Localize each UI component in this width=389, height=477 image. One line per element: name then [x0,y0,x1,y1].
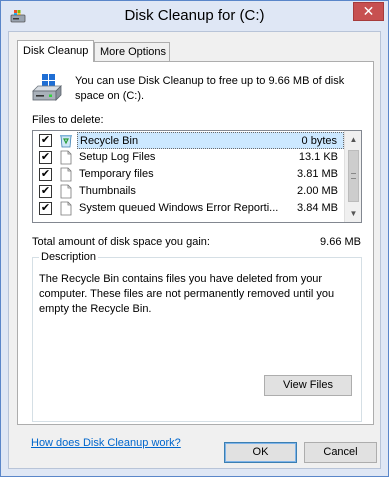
list-item-name: Setup Log Files [79,151,156,163]
description-text: The Recycle Bin contains files you have … [39,273,335,315]
disk-cleanup-window: Disk Cleanup for (C:) ✕ Disk Cleanup Mor… [0,0,389,477]
list-item-cells: Thumbnails 2.00 MB [77,183,344,200]
dialog-client-area: Disk Cleanup More Options You can use Di… [8,31,381,469]
intro-text: You can use Disk Cleanup to free up to 9… [75,75,345,102]
list-item-name: Thumbnails [79,185,136,197]
file-icon [60,167,72,182]
drive-icon [32,74,62,101]
list-item-error-reporting[interactable]: ✔ System queued Windows Error Reporti...… [33,200,345,217]
list-item-cells: Temporary files 3.81 MB [77,166,344,183]
file-icon [60,201,72,216]
cancel-button[interactable]: Cancel [304,442,377,463]
tab-panel-disk-cleanup: You can use Disk Cleanup to free up to 9… [17,61,374,425]
file-icon [60,150,72,165]
list-item-cells: Setup Log Files 13.1 KB [77,149,344,166]
list-item-cells: System queued Windows Error Reporti... 3… [77,200,344,217]
description-group: Description The Recycle Bin contains fil… [32,251,362,422]
scroll-thumb[interactable] [348,150,359,202]
close-icon: ✕ [362,3,375,19]
list-item-size: 2.00 MB [297,185,338,197]
list-item-size: 13.1 KB [298,151,338,163]
tab-more-options[interactable]: More Options [94,42,170,61]
scroll-down-icon[interactable]: ▼ [345,205,361,222]
scroll-grip-icon [351,173,356,179]
total-gain-value: 9.66 MB [320,236,361,248]
help-link[interactable]: How does Disk Cleanup work? [31,437,181,449]
thumbnails-checkbox[interactable]: ✔ [39,185,52,198]
error-reporting-checkbox[interactable]: ✔ [39,202,52,215]
window-title: Disk Cleanup for (C:) [124,7,265,24]
title-bar[interactable]: Disk Cleanup for (C:) ✕ [1,1,388,31]
list-item-name: System queued Windows Error Reporti... [79,202,279,214]
file-icon [60,184,72,199]
recycle-bin-icon [60,135,72,148]
selection-highlight: Recycle Bin 0 bytes [77,132,344,149]
list-item-temporary-files[interactable]: ✔ Temporary files 3.81 MB [33,166,345,183]
tab-disk-cleanup[interactable]: Disk Cleanup [17,40,94,62]
setup-log-files-checkbox[interactable]: ✔ [39,151,52,164]
total-gain-label: Total amount of disk space you gain: [32,236,210,248]
list-item-name: Temporary files [79,168,154,180]
close-button[interactable]: ✕ [353,2,384,21]
files-to-delete-label: Files to delete: [32,114,104,126]
description-legend: Description [39,251,99,263]
list-item-setup-log-files[interactable]: ✔ Setup Log Files 13.1 KB [33,149,345,166]
ok-button[interactable]: OK [224,442,297,463]
view-files-button[interactable]: View Files [264,375,352,396]
list-item-recycle-bin[interactable]: ✔ Recycle Bin 0 bytes [33,132,345,149]
temporary-files-checkbox[interactable]: ✔ [39,168,52,181]
list-item-size: 3.81 MB [297,168,338,180]
list-item-size: 0 bytes [301,135,337,147]
list-item-size: 3.84 MB [297,202,338,214]
files-to-delete-list[interactable]: ✔ Recycle Bin 0 bytes ✔ Setup Log Files … [32,130,362,223]
list-scrollbar[interactable]: ▲ ▼ [344,131,361,222]
list-item-name: Recycle Bin [80,135,139,147]
list-item-thumbnails[interactable]: ✔ Thumbnails 2.00 MB [33,183,345,200]
recycle-bin-checkbox[interactable]: ✔ [39,134,52,147]
scroll-up-icon[interactable]: ▲ [345,131,361,148]
